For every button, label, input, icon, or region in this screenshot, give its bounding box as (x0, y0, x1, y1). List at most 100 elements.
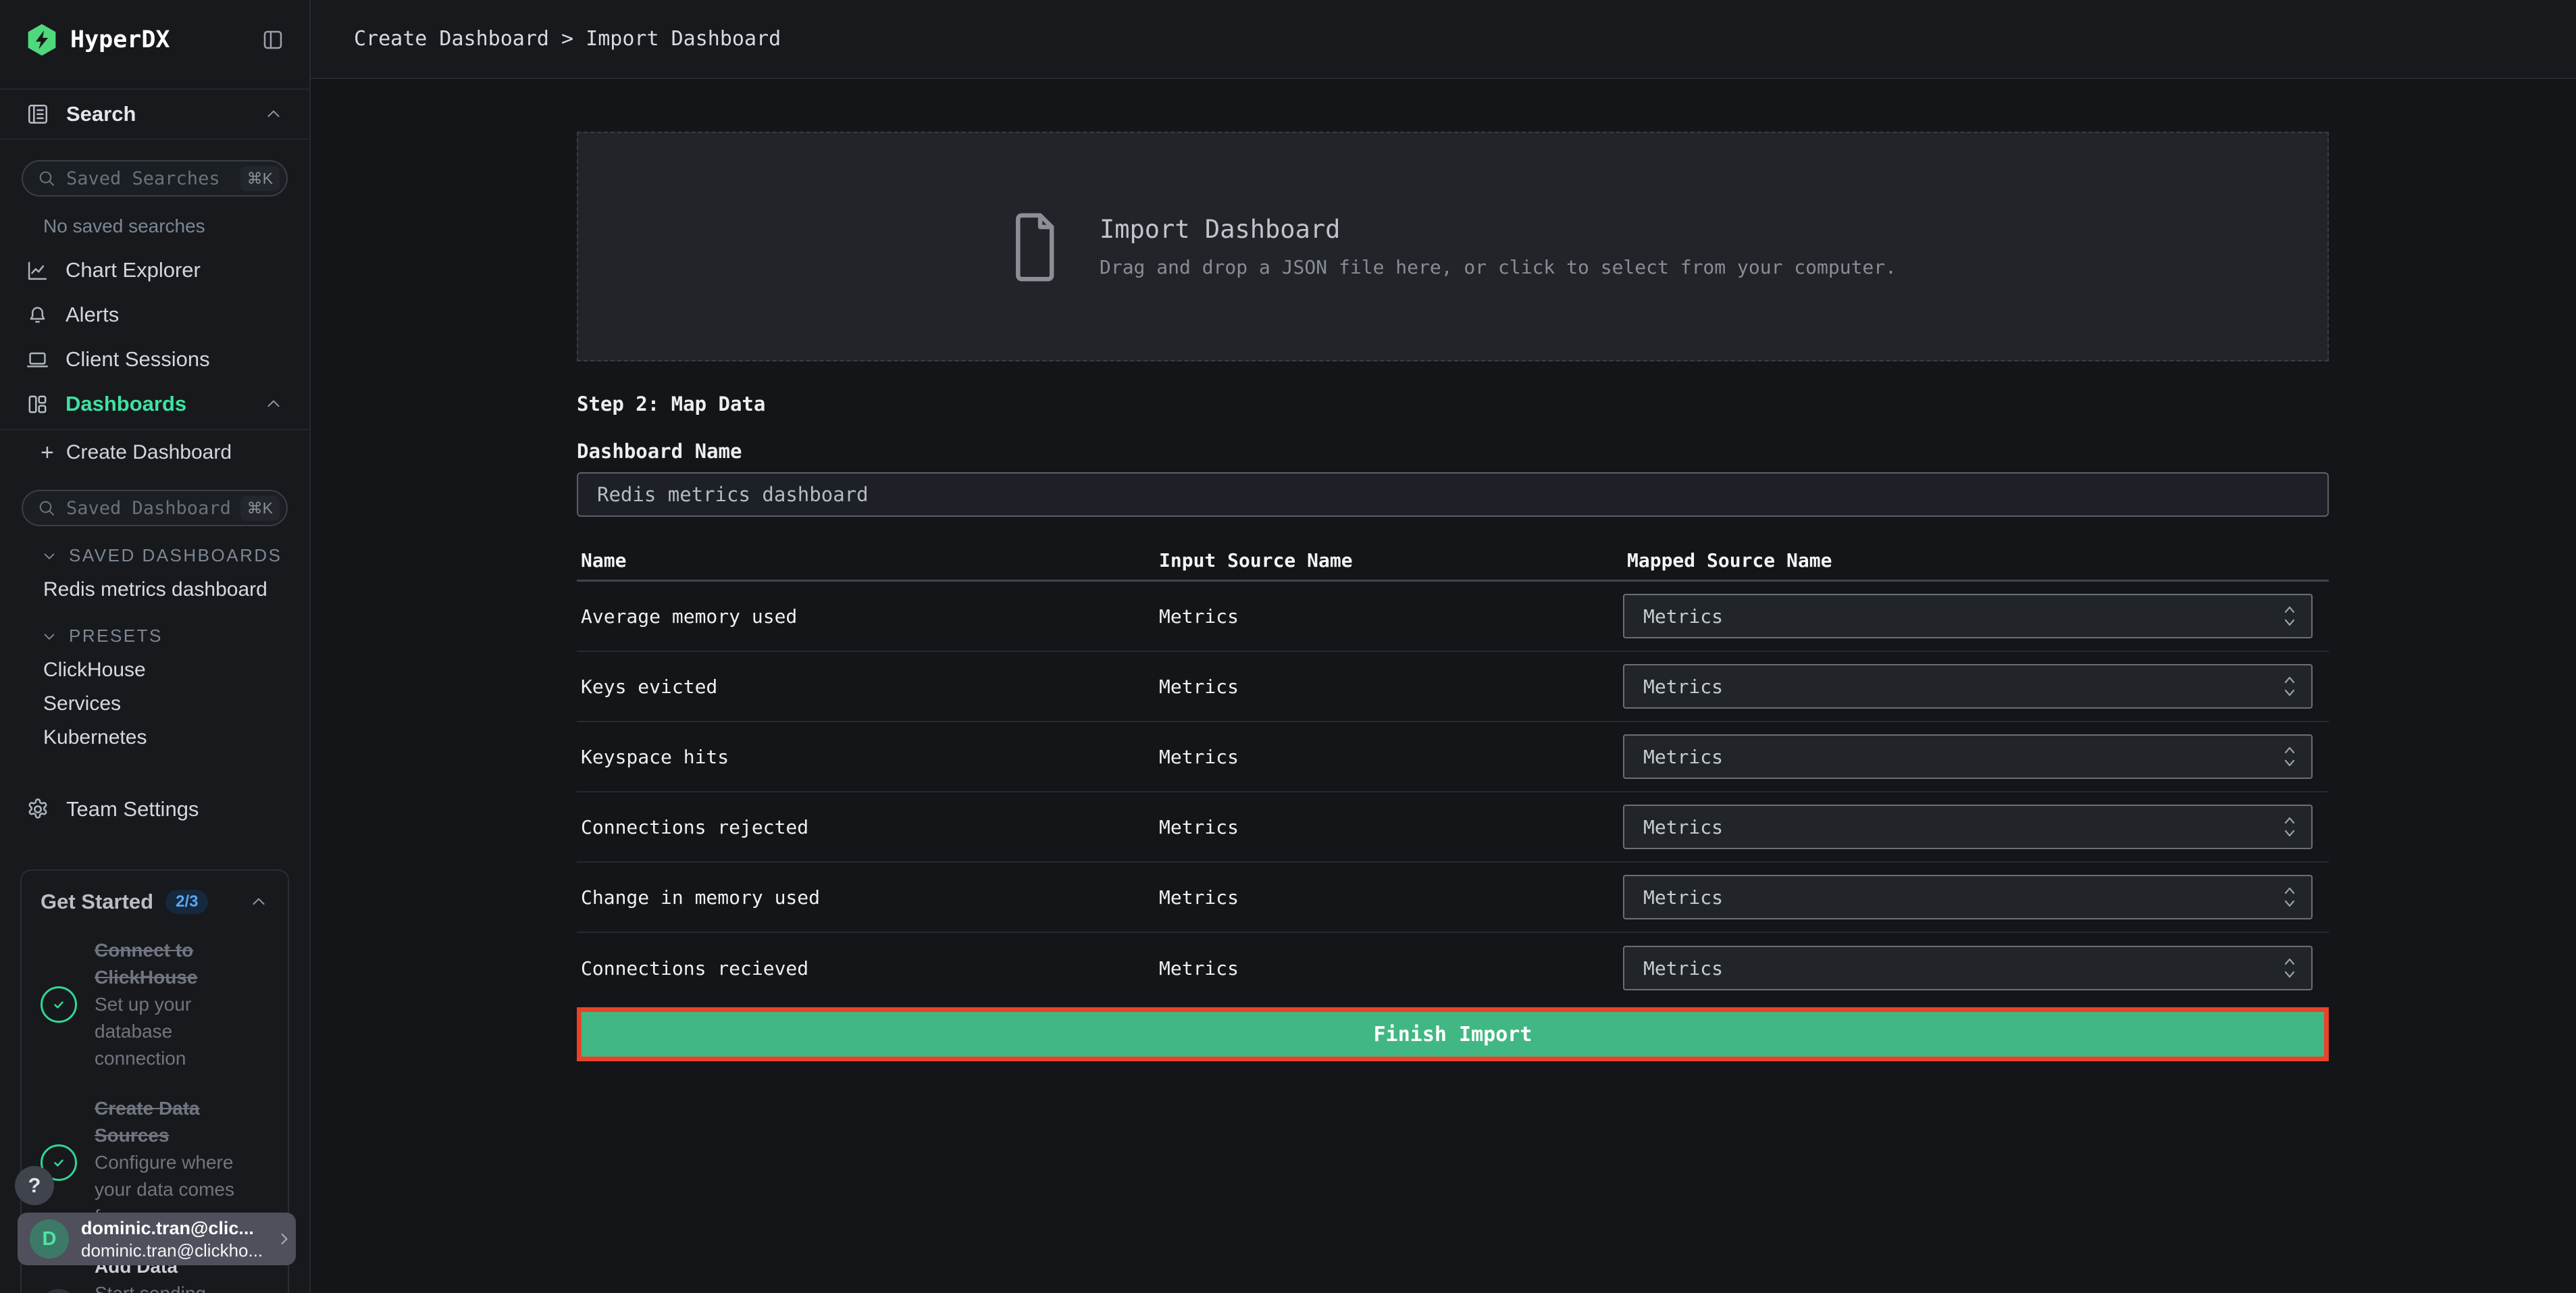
collapse-sidebar-icon[interactable] (261, 28, 285, 52)
sidebar-item-client-sessions[interactable]: Client Sessions (0, 337, 309, 382)
select-updown-icon (2282, 743, 2298, 770)
create-dashboard-button[interactable]: + Create Dashboard (0, 430, 309, 475)
select-updown-icon (2282, 884, 2298, 911)
table-row: Connections recieved Metrics Metrics (577, 933, 2329, 1003)
main-area: Import Dashboard Drag and drop a JSON fi… (311, 80, 2576, 1293)
create-dashboard-label: Create Dashboard (66, 441, 232, 464)
laptop-icon (26, 348, 49, 372)
magnifier-icon (36, 498, 57, 518)
preset-item[interactable]: Services (0, 687, 309, 721)
saved-searches-input[interactable]: Saved Searches ⌘K (22, 160, 288, 197)
preset-item[interactable]: Kubernetes (0, 721, 309, 755)
mapped-source-value: Metrics (1643, 605, 1723, 628)
user-email: dominic.tran@clickho... (81, 1240, 263, 1261)
preset-item[interactable]: ClickHouse (0, 653, 309, 687)
help-button[interactable]: ? (15, 1166, 54, 1205)
dropzone-subtitle: Drag and drop a JSON file here, or click… (1100, 256, 1897, 278)
row-name-cell: Average memory used (577, 605, 1155, 628)
team-settings-label: Team Settings (66, 797, 199, 821)
breadcrumb: Create Dashboard > Import Dashboard (354, 27, 781, 51)
saved-dashboard-item[interactable]: Redis metrics dashboard (0, 573, 309, 607)
no-saved-searches-text: No saved searches (43, 216, 309, 237)
row-input-source-cell: Metrics (1155, 886, 1623, 909)
chevron-down-icon (41, 628, 58, 645)
row-input-source-cell: Metrics (1155, 605, 1623, 628)
table-header: Name Input Source Name Mapped Source Nam… (577, 541, 2329, 582)
sidebar-item-alerts[interactable]: Alerts (0, 293, 309, 337)
mapped-source-value: Metrics (1643, 676, 1723, 698)
dashboard-name-input[interactable] (577, 472, 2329, 517)
step-label: Step 2: Map Data (577, 392, 2329, 415)
json-dropzone[interactable]: Import Dashboard Drag and drop a JSON fi… (577, 132, 2329, 361)
file-icon (1009, 209, 1064, 284)
user-name: dominic.tran@clic... (81, 1217, 263, 1240)
progress-badge: 2/3 (165, 890, 208, 914)
get-started-item-sources[interactable]: Create Data Sources Configure where your… (41, 1095, 269, 1230)
check-circle-icon (41, 986, 77, 1023)
mapped-source-select[interactable]: Metrics (1623, 946, 2313, 990)
row-name-cell: Connections recieved (577, 957, 1155, 980)
mapping-table: Name Input Source Name Mapped Source Nam… (577, 541, 2329, 1003)
chart-icon (26, 259, 49, 282)
mapped-source-select[interactable]: Metrics (1623, 875, 2313, 919)
chevron-up-icon (263, 394, 284, 414)
mapped-source-select[interactable]: Metrics (1623, 664, 2313, 709)
search-section-label: Search (66, 102, 136, 126)
row-name-cell: Keyspace hits (577, 746, 1155, 768)
row-input-source-cell: Metrics (1155, 816, 1623, 838)
saved-dashboards-input[interactable]: Saved Dashboards ⌘K (22, 490, 288, 526)
row-name-cell: Change in memory used (577, 886, 1155, 909)
chevron-down-icon (41, 547, 58, 565)
nav-label: Alerts (66, 303, 119, 327)
user-menu[interactable]: D dominic.tran@clic... dominic.tran@clic… (18, 1213, 296, 1265)
logo-row: HyperDX (0, 0, 309, 79)
get-started-item-connect[interactable]: Connect to ClickHouse Set up your databa… (41, 937, 269, 1072)
column-header-name: Name (577, 549, 1155, 572)
mapped-source-value: Metrics (1643, 816, 1723, 838)
table-row: Keys evicted Metrics Metrics (577, 652, 2329, 722)
get-started-header[interactable]: Get Started 2/3 (41, 890, 269, 914)
select-updown-icon (2282, 955, 2298, 982)
app-title: HyperDX (70, 26, 170, 53)
mapped-source-select[interactable]: Metrics (1623, 594, 2313, 638)
mapped-source-value: Metrics (1643, 957, 1723, 980)
saved-dashboards-placeholder: Saved Dashboards (66, 498, 231, 519)
mapped-source-value: Metrics (1643, 886, 1723, 909)
presets-header[interactable]: PRESETS (41, 626, 309, 646)
table-row: Change in memory used Metrics Metrics (577, 863, 2329, 933)
select-updown-icon (2282, 813, 2298, 840)
select-updown-icon (2282, 603, 2298, 630)
saved-searches-placeholder: Saved Searches (66, 168, 220, 189)
chevron-up-icon (249, 892, 269, 912)
dropzone-title: Import Dashboard (1100, 215, 1897, 244)
shortcut-badge: ⌘K (240, 496, 280, 521)
bell-icon (26, 303, 49, 327)
magnifier-icon (36, 168, 57, 188)
finish-import-button[interactable]: Finish Import (577, 1007, 2329, 1061)
sidebar-item-search[interactable]: Search (0, 88, 309, 140)
row-input-source-cell: Metrics (1155, 746, 1623, 768)
nav-label: Client Sessions (66, 347, 210, 372)
select-updown-icon (2282, 673, 2298, 700)
get-started-item-title: Create Data Sources (95, 1095, 265, 1149)
search-section-icon (26, 102, 50, 126)
sidebar: HyperDX Search Saved Searches ⌘K No save… (0, 0, 311, 1293)
sidebar-item-dashboards[interactable]: Dashboards (0, 382, 309, 426)
row-input-source-cell: Metrics (1155, 957, 1623, 980)
chevron-up-icon (263, 104, 284, 124)
plus-icon: + (41, 440, 54, 466)
avatar: D (30, 1219, 69, 1259)
mapped-source-select[interactable]: Metrics (1623, 734, 2313, 779)
sidebar-item-team-settings[interactable]: Team Settings (0, 787, 309, 832)
table-row: Connections rejected Metrics Metrics (577, 792, 2329, 863)
row-name-cell: Keys evicted (577, 676, 1155, 698)
get-started-title: Get Started (41, 890, 153, 914)
mapped-source-select[interactable]: Metrics (1623, 805, 2313, 849)
gear-icon (26, 797, 50, 821)
sidebar-item-chart-explorer[interactable]: Chart Explorer (0, 248, 309, 293)
get-started-item-desc: Set up your database connection (95, 991, 265, 1072)
dashboard-name-label: Dashboard Name (577, 440, 2329, 463)
column-header-input-source: Input Source Name (1155, 549, 1623, 572)
saved-dashboards-header[interactable]: SAVED DASHBOARDS (41, 545, 309, 566)
chevron-right-icon (275, 1229, 294, 1248)
